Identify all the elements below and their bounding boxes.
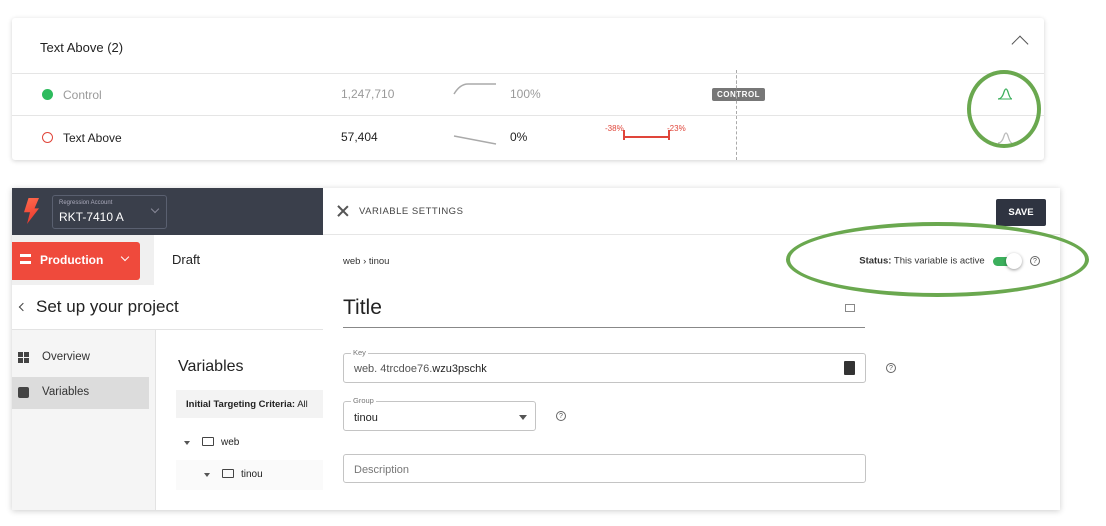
criteria-value: All bbox=[297, 399, 308, 410]
breadcrumb: web › tinou bbox=[343, 256, 390, 267]
key-field[interactable]: Key web. 4trcdoe76.wzu3pschk bbox=[343, 348, 866, 383]
caret-down-icon bbox=[519, 415, 527, 420]
highlight-ellipse bbox=[786, 222, 1089, 297]
side-menu: Overview Variables bbox=[12, 330, 155, 510]
variation-name: Text Above bbox=[63, 131, 122, 145]
project-header: Set up your project bbox=[12, 285, 323, 330]
grid-icon bbox=[18, 352, 29, 363]
close-icon[interactable] bbox=[337, 205, 349, 217]
tree-item-web[interactable]: web bbox=[176, 428, 323, 458]
folder-icon bbox=[222, 469, 234, 478]
server-icon bbox=[20, 254, 31, 264]
highlight-circle bbox=[967, 70, 1041, 148]
folder-icon bbox=[202, 437, 214, 446]
chevron-down-icon bbox=[120, 252, 130, 262]
sidebar-item-variables[interactable]: Variables bbox=[12, 377, 149, 409]
variation-name: Control bbox=[63, 88, 102, 102]
variable-icon bbox=[18, 387, 29, 398]
criteria-label: Initial Targeting Criteria: bbox=[186, 399, 296, 410]
group-value: tinou bbox=[354, 412, 378, 424]
clipboard-icon[interactable] bbox=[844, 361, 855, 375]
visitor-count: 57,404 bbox=[341, 130, 378, 144]
settings-title: VARIABLE SETTINGS bbox=[359, 206, 464, 217]
help-icon[interactable]: ? bbox=[886, 363, 896, 373]
environment-selector[interactable]: Production bbox=[12, 242, 140, 280]
back-chevron-icon[interactable] bbox=[18, 302, 28, 312]
tree-item-label: web bbox=[221, 437, 240, 448]
chevron-up-icon[interactable] bbox=[1011, 35, 1029, 53]
key-label: Key bbox=[351, 348, 368, 357]
control-dot-icon bbox=[42, 89, 53, 100]
save-button[interactable]: SAVE bbox=[996, 199, 1046, 226]
experiment-results-table: Text Above (2) Control 1,247,710 100% CO… bbox=[12, 18, 1044, 160]
sidebar-item-label: Variables bbox=[42, 386, 90, 398]
sidebar-item-label: Overview bbox=[42, 351, 90, 363]
conversion-percent: 0% bbox=[510, 130, 528, 144]
ci-bar-cap bbox=[668, 130, 670, 140]
conversion-percent: 100% bbox=[510, 87, 541, 101]
account-name: RKT-7410 A bbox=[59, 210, 124, 224]
group-select[interactable]: Group tinou bbox=[343, 396, 536, 431]
chevron-down-icon bbox=[150, 204, 160, 214]
tree-item-tinou[interactable]: tinou bbox=[176, 460, 323, 490]
targeting-criteria[interactable]: Initial Targeting Criteria: All bbox=[176, 390, 323, 418]
caret-down-icon[interactable] bbox=[204, 473, 210, 477]
sparkline-icon bbox=[453, 135, 497, 145]
results-section-header[interactable]: Text Above (2) bbox=[12, 18, 1044, 74]
sidebar-item-overview[interactable]: Overview bbox=[12, 342, 149, 374]
title-value: Title bbox=[343, 296, 382, 319]
table-row-control: Control 1,247,710 100% CONTROL bbox=[12, 74, 1044, 116]
logo-icon bbox=[24, 198, 39, 224]
left-navigation: Regression Account RKT-7410 A Production… bbox=[12, 188, 323, 510]
caret-down-icon[interactable] bbox=[184, 441, 190, 445]
key-value: web. 4trcdoe76.wzu3pschk bbox=[354, 363, 487, 375]
sparkline-icon bbox=[453, 83, 496, 95]
ci-low-label: -38% bbox=[605, 124, 624, 133]
account-bar: Regression Account RKT-7410 A bbox=[12, 188, 323, 235]
account-selector[interactable]: Regression Account RKT-7410 A bbox=[52, 195, 167, 229]
description-field[interactable]: Description bbox=[343, 454, 866, 483]
control-badge: CONTROL bbox=[712, 88, 766, 101]
table-row-text-above: Text Above 57,404 0% bbox=[12, 116, 1044, 160]
description-placeholder: Description bbox=[354, 464, 410, 476]
environment-label: Production bbox=[40, 253, 104, 267]
tree-item-label: tinou bbox=[241, 469, 263, 480]
confidence-interval-bar bbox=[624, 136, 670, 138]
ci-bar-cap bbox=[623, 130, 625, 140]
variant-ring-icon bbox=[42, 132, 53, 143]
text-format-icon[interactable] bbox=[845, 304, 855, 312]
project-title: Set up your project bbox=[36, 297, 179, 316]
help-icon[interactable]: ? bbox=[556, 411, 566, 421]
section-title: Text Above (2) bbox=[40, 40, 124, 55]
control-baseline bbox=[736, 70, 737, 84]
environment-bar: Production Draft bbox=[12, 235, 323, 285]
tab-draft[interactable]: Draft bbox=[154, 235, 323, 285]
variables-pane: Variables Initial Targeting Criteria: Al… bbox=[155, 330, 323, 510]
visitor-count: 1,247,710 bbox=[341, 87, 395, 101]
group-label: Group bbox=[351, 396, 376, 405]
draft-tab-label: Draft bbox=[172, 252, 201, 267]
variables-title: Variables bbox=[178, 358, 244, 375]
account-label: Regression Account bbox=[59, 200, 113, 206]
title-input[interactable]: Title bbox=[343, 290, 865, 328]
